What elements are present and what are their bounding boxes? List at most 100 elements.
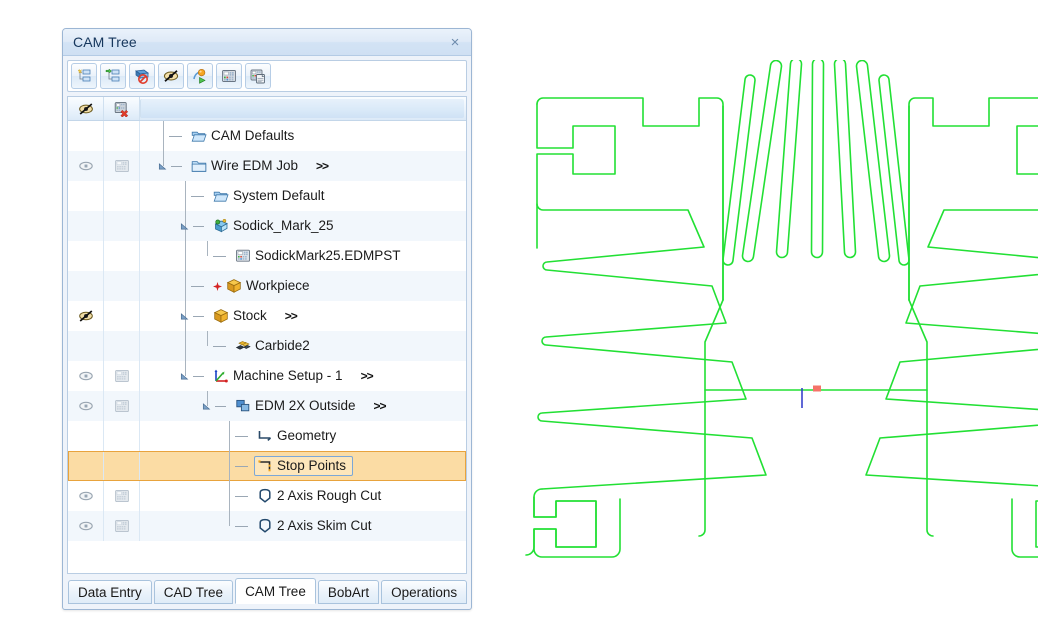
folder-open-icon xyxy=(191,131,207,142)
tree-node[interactable]: SodickMark25.EDMPST xyxy=(232,246,408,266)
tree-node-cell: Machine Setup - 1 >> xyxy=(140,361,466,391)
tree-node[interactable]: Stock >> xyxy=(210,306,304,326)
hidden-eye-icon xyxy=(78,102,93,115)
heatsink-profile-wireframe xyxy=(525,60,1038,558)
node-options-indicator[interactable]: >> xyxy=(285,309,298,323)
row-toolpath-toggle[interactable] xyxy=(104,151,140,181)
row-toolpath-toggle xyxy=(104,301,140,331)
tree-node[interactable]: Wire EDM Job >> xyxy=(188,156,335,176)
row-visibility-toggle[interactable] xyxy=(68,301,104,331)
add-machining-op-button[interactable] xyxy=(100,63,126,89)
toggle-visibility-button[interactable] xyxy=(158,63,184,89)
row-visibility-toggle[interactable] xyxy=(68,151,104,181)
tree-node[interactable]: System Default xyxy=(210,186,332,206)
blade-4 xyxy=(810,60,825,259)
expander-collapse-icon[interactable] xyxy=(180,221,190,232)
tree-connector xyxy=(192,315,204,317)
row-visibility-toggle[interactable] xyxy=(68,481,104,511)
cam-tree-toolbar xyxy=(67,60,467,92)
table-row[interactable]: Carbide2 xyxy=(68,331,466,361)
eye-visible xyxy=(78,401,93,411)
tree-node[interactable]: CAM Defaults xyxy=(188,126,301,146)
grid-dim xyxy=(114,489,129,503)
table-row[interactable]: Geometry xyxy=(68,421,466,451)
report-button[interactable] xyxy=(245,63,271,89)
table-row[interactable]: Sodick_Mark_25 xyxy=(68,211,466,241)
blade-6 xyxy=(855,60,891,263)
expander-collapse-icon[interactable] xyxy=(180,311,190,322)
close-icon[interactable]: × xyxy=(445,33,465,51)
eye-hidden xyxy=(78,310,93,322)
row-toolpath-toggle[interactable] xyxy=(104,391,140,421)
row-visibility-toggle xyxy=(68,271,104,301)
tree-node[interactable]: Geometry xyxy=(254,426,343,446)
table-row[interactable]: SodickMark25.EDMPST xyxy=(68,241,466,271)
tree-node[interactable]: 2 Axis Skim Cut xyxy=(254,516,379,536)
row-visibility-toggle[interactable] xyxy=(68,391,104,421)
node-options-indicator[interactable]: >> xyxy=(374,399,387,413)
tree-node[interactable]: Machine Setup - 1 >> xyxy=(210,366,380,386)
table-row[interactable]: EDM 2X Outside >> xyxy=(68,391,466,421)
stop-points-icon xyxy=(258,460,271,472)
row-toolpath-toggle[interactable] xyxy=(104,511,140,541)
expander-collapse-icon[interactable] xyxy=(158,161,168,172)
left-head-top xyxy=(536,97,724,301)
expander-collapse-icon[interactable] xyxy=(180,371,190,382)
tree-node[interactable]: 2 Axis Rough Cut xyxy=(254,486,388,506)
machine-icon xyxy=(214,218,228,233)
row-toolpath-toggle xyxy=(104,331,140,361)
grid-dim xyxy=(114,159,129,173)
tab-data-entry[interactable]: Data Entry xyxy=(68,580,152,604)
table-row[interactable]: Workpiece xyxy=(68,271,466,301)
row-visibility-toggle[interactable] xyxy=(68,511,104,541)
cad-viewport[interactable] xyxy=(492,60,1038,580)
table-row[interactable]: System Default xyxy=(68,181,466,211)
tree-node-cell: SodickMark25.EDMPST xyxy=(140,241,466,271)
table-row[interactable]: CAM Defaults xyxy=(68,121,466,151)
tree-node[interactable]: Carbide2 xyxy=(232,336,317,356)
table-row[interactable]: Stop Points xyxy=(68,451,466,481)
tab-operations[interactable]: Operations xyxy=(381,580,468,604)
tree-connector xyxy=(170,165,182,167)
simulate-button[interactable] xyxy=(187,63,213,89)
left-arm-inner xyxy=(698,299,724,537)
node-options-indicator[interactable]: >> xyxy=(316,159,329,173)
tree-connector xyxy=(192,375,204,377)
tab-bobart[interactable]: BobArt xyxy=(317,580,380,604)
expander-collapse-icon[interactable] xyxy=(202,401,212,412)
table-row[interactable]: Machine Setup - 1 >> xyxy=(68,361,466,391)
visibility-column-header[interactable] xyxy=(68,97,104,120)
row-visibility-toggle xyxy=(68,121,104,151)
tree-node-label: Machine Setup - 1 xyxy=(233,368,343,384)
simulate-play-icon xyxy=(193,68,206,84)
row-toolpath-toggle xyxy=(104,121,140,151)
post-grid-icon xyxy=(236,249,250,262)
row-toolpath-toggle[interactable] xyxy=(104,361,140,391)
node-options-indicator[interactable]: >> xyxy=(361,369,374,383)
new-tree-node-icon xyxy=(77,69,91,82)
row-toolpath-toggle[interactable] xyxy=(104,481,140,511)
tree-node[interactable]: EDM 2X Outside >> xyxy=(232,396,393,416)
delete-toolpath-button[interactable] xyxy=(129,63,155,89)
right-profile-path-2 xyxy=(865,209,1038,487)
table-row[interactable]: Wire EDM Job >> xyxy=(68,151,466,181)
tree-node[interactable]: Workpiece xyxy=(210,276,317,296)
right-arm-mirror-group xyxy=(865,97,1038,558)
tab-cad-tree[interactable]: CAD Tree xyxy=(153,580,234,604)
panel-tab-strip: Data Entry CAD Tree CAM Tree BobArt Operatio… xyxy=(68,578,468,604)
row-visibility-toggle[interactable] xyxy=(68,361,104,391)
tree-connector xyxy=(192,225,204,227)
add-tree-node-icon xyxy=(105,68,120,82)
table-row[interactable]: Stock >> xyxy=(68,301,466,331)
tree-node[interactable]: Stop Points xyxy=(254,456,354,476)
table-row[interactable]: 2 Axis Skim Cut xyxy=(68,511,466,541)
table-row[interactable]: 2 Axis Rough Cut xyxy=(68,481,466,511)
posting-button[interactable] xyxy=(216,63,242,89)
toolpath-column-header[interactable] xyxy=(104,97,140,120)
folder-closed-icon xyxy=(191,161,207,172)
new-cam-part-button[interactable] xyxy=(71,63,97,89)
tree-node-cell: Wire EDM Job >> xyxy=(140,151,466,181)
tree-node[interactable]: Sodick_Mark_25 xyxy=(210,216,341,236)
tab-cam-tree[interactable]: CAM Tree xyxy=(235,578,316,604)
stop-point-marker[interactable] xyxy=(813,385,821,392)
